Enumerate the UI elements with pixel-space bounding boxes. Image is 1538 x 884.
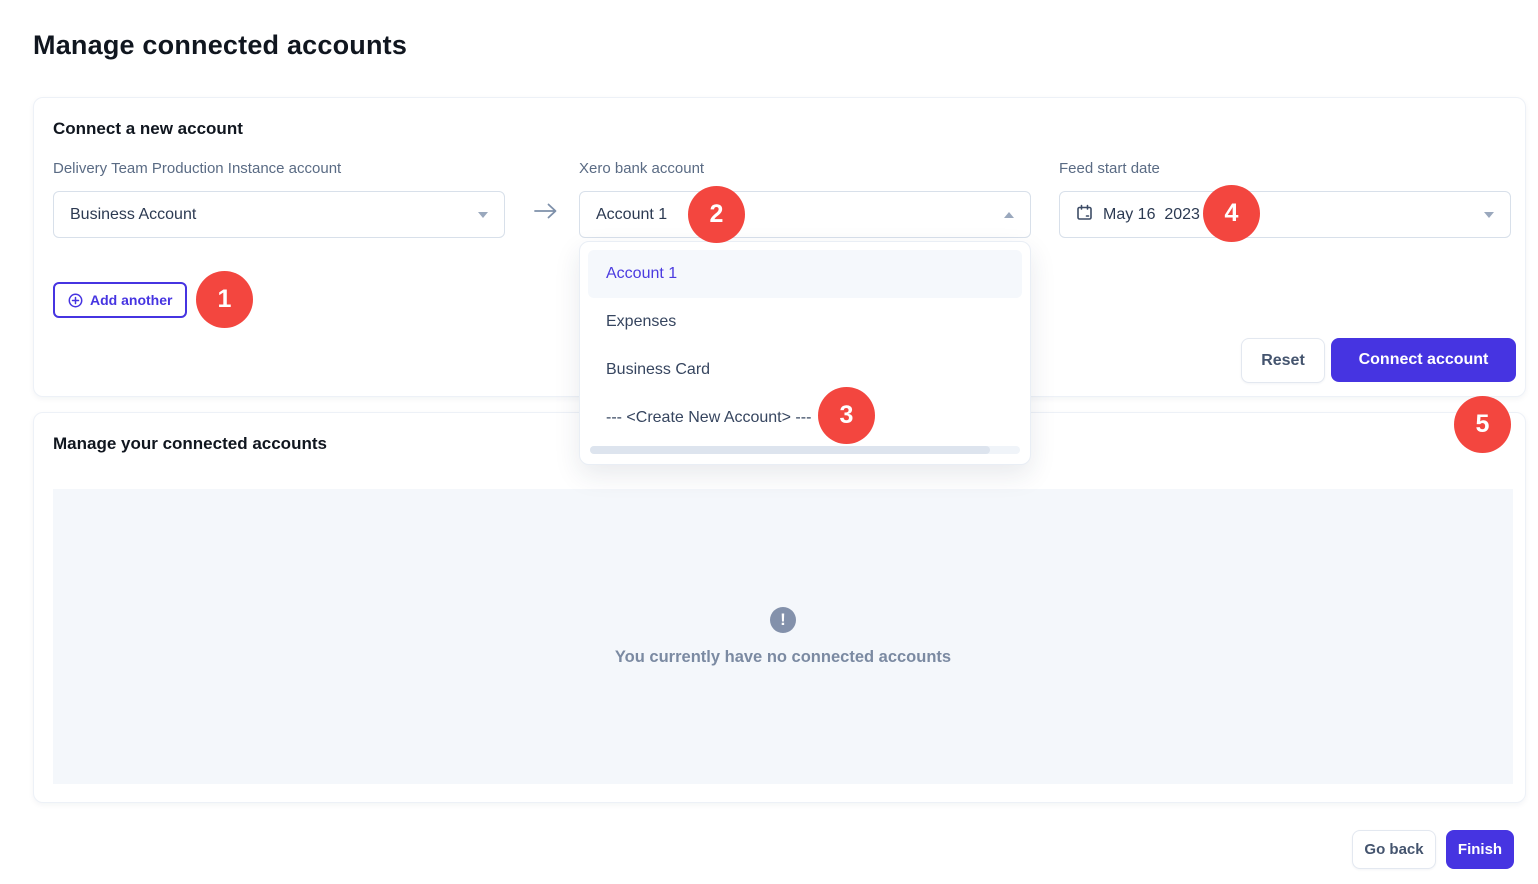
xero-account-select[interactable]: Account 1 <box>579 191 1031 238</box>
feed-start-date-picker[interactable]: May 16 2023 <box>1059 191 1511 238</box>
xero-account-value: Account 1 <box>596 206 667 224</box>
xero-account-dropdown: Account 1 Expenses Business Card --- <Cr… <box>579 241 1031 465</box>
connect-card-heading: Connect a new account <box>53 119 243 139</box>
dropdown-option-business-card[interactable]: Business Card <box>588 346 1022 394</box>
finish-button[interactable]: Finish <box>1446 830 1514 869</box>
info-icon: ! <box>770 607 796 633</box>
plus-circle-icon <box>68 293 83 308</box>
add-another-label: Add another <box>90 292 172 308</box>
chevron-down-icon <box>1484 212 1494 218</box>
arrow-right-icon <box>533 202 559 225</box>
step-badge-4: 4 <box>1203 185 1260 242</box>
empty-state-message: You currently have no connected accounts <box>615 648 951 667</box>
manage-card-heading: Manage your connected accounts <box>53 434 327 454</box>
chevron-down-icon <box>478 212 488 218</box>
xero-account-label: Xero bank account <box>579 160 704 177</box>
dropdown-option-account-1[interactable]: Account 1 <box>588 250 1022 298</box>
source-account-value: Business Account <box>70 206 196 224</box>
reset-button[interactable]: Reset <box>1241 338 1325 383</box>
add-another-button[interactable]: Add another <box>53 282 187 318</box>
chevron-up-icon <box>1004 212 1014 218</box>
calendar-icon <box>1076 204 1093 226</box>
feed-start-date-label: Feed start date <box>1059 160 1160 177</box>
go-back-button[interactable]: Go back <box>1352 830 1436 869</box>
step-badge-3: 3 <box>818 387 875 444</box>
step-badge-2: 2 <box>688 186 745 243</box>
feed-start-date-value: May 16 2023 <box>1103 206 1200 224</box>
step-badge-1: 1 <box>196 271 253 328</box>
dropdown-option-expenses[interactable]: Expenses <box>588 298 1022 346</box>
connect-new-account-card: Connect a new account Delivery Team Prod… <box>33 97 1526 397</box>
step-badge-5: 5 <box>1454 396 1511 453</box>
page-title: Manage connected accounts <box>33 30 407 61</box>
manage-connected-accounts-card: Manage your connected accounts ! You cur… <box>33 412 1526 803</box>
scrollbar-thumb[interactable] <box>590 446 990 454</box>
dropdown-horizontal-scrollbar[interactable] <box>590 446 1020 454</box>
connect-account-button[interactable]: Connect account <box>1331 338 1516 382</box>
source-account-label: Delivery Team Production Instance accoun… <box>53 160 341 177</box>
dropdown-option-create-new-account[interactable]: --- <Create New Account> --- <box>588 394 1022 442</box>
source-account-select[interactable]: Business Account <box>53 191 505 238</box>
empty-state-panel: ! You currently have no connected accoun… <box>53 489 1513 784</box>
